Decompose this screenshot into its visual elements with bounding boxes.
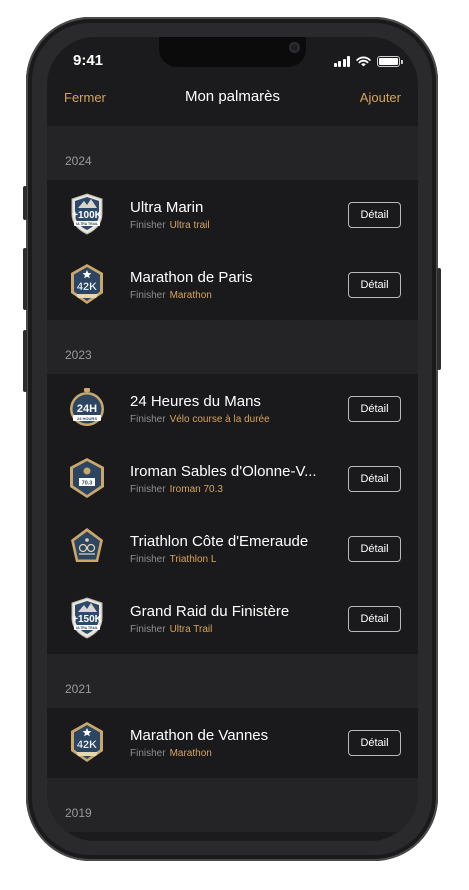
svg-text:24 HOURS: 24 HOURS — [77, 416, 97, 421]
race-category: Marathon — [169, 290, 212, 301]
svg-text:+150K: +150K — [72, 614, 103, 625]
volume-up-button — [23, 248, 27, 310]
detail-button[interactable]: Détail — [348, 536, 401, 562]
result-row: 70.3 Iroman Sables d'Olonne-V... Finisher I… — [47, 444, 418, 514]
svg-text:ULTRA TRAIL: ULTRA TRAIL — [76, 222, 98, 226]
race-subtitle: Finisher Ultra Trail — [130, 624, 212, 635]
ultra-trail-150k-badge-icon: +150KULTRA TRAIL — [71, 597, 103, 639]
race-name: Grand Raid du Finistère — [130, 603, 290, 620]
result-row: 42K Marathon de Paris Finisher Marathon Déta… — [47, 250, 418, 320]
race-name: Marathon de Vannes — [130, 727, 269, 744]
add-button[interactable]: Ajouter — [360, 90, 401, 105]
race-name: Iroman Sables d'Olonne-V... — [130, 463, 317, 480]
finisher-status: Finisher — [130, 220, 166, 231]
wifi-icon — [356, 56, 371, 67]
finisher-status: Finisher — [130, 624, 166, 635]
finisher-status: Finisher — [130, 290, 166, 301]
screen: 9:41 Fermer Mon palmarès Ajouter 2024 +10… — [47, 37, 418, 841]
silent-switch — [23, 186, 27, 220]
detail-button[interactable]: Détail — [348, 272, 401, 298]
finisher-status: Finisher — [130, 554, 166, 565]
svg-text:70.3: 70.3 — [82, 481, 93, 487]
race-name: 24 Heures du Mans — [130, 393, 261, 410]
race-subtitle: Finisher Ultra trail — [130, 220, 210, 231]
year-label: 2021 — [65, 682, 92, 696]
year-label: 2019 — [65, 806, 92, 820]
status-time: 9:41 — [73, 52, 104, 69]
signal-icon — [333, 56, 350, 67]
race-name: Ultra Marin — [130, 199, 204, 216]
finisher-status: Finisher — [130, 748, 166, 759]
triathlon-badge-icon — [71, 528, 103, 562]
race-subtitle: Finisher Marathon — [130, 748, 212, 759]
year-label: 2023 — [65, 348, 92, 362]
detail-button[interactable]: Détail — [348, 606, 401, 632]
marathon-42k-badge-icon: 42K — [71, 264, 103, 304]
race-category: Iroman 70.3 — [169, 484, 223, 495]
detail-button[interactable]: Détail — [348, 202, 401, 228]
year-header: 2023 — [47, 320, 418, 374]
race-name: Marathon de Paris — [130, 269, 253, 286]
svg-text:+100K: +100K — [72, 210, 103, 221]
24h-badge-icon: 24H24 HOURS — [70, 388, 104, 426]
results-list: 2024 +100K ULTRA TRAIL Ultra Marin Finisher U… — [47, 126, 418, 832]
finisher-status: Finisher — [130, 484, 166, 495]
result-row: Triathlon Côte d'Emeraude Finisher Triathl… — [47, 514, 418, 584]
power-button — [437, 268, 441, 370]
detail-button[interactable]: Détail — [348, 396, 401, 422]
finisher-status: Finisher — [130, 414, 166, 425]
year-header: 2024 — [47, 126, 418, 180]
ultra-trail-100k-badge-icon: +100KULTRA TRAIL — [71, 193, 103, 235]
battery-icon — [377, 56, 403, 67]
svg-text:ULTRA TRAIL: ULTRA TRAIL — [76, 626, 98, 630]
race-subtitle: Finisher Vélo course à la durée — [130, 414, 270, 425]
marathon-42k-badge-icon: 42K — [71, 722, 103, 762]
svg-text:42K: 42K — [77, 739, 97, 751]
result-row: 24H 24 HOURS 24 Heures du Mans Finisher Vélo… — [47, 374, 418, 444]
volume-down-button — [23, 330, 27, 392]
svg-text:24H: 24H — [77, 403, 97, 415]
ironman-70-3-badge-icon: 70.3 — [70, 458, 104, 498]
race-name: Triathlon Côte d'Emeraude — [130, 533, 309, 550]
detail-button[interactable]: Détail — [348, 466, 401, 492]
race-category: Vélo course à la durée — [169, 414, 270, 425]
race-category: Marathon — [169, 748, 212, 759]
result-row: +100K ULTRA TRAIL Ultra Marin Finisher Ultra… — [47, 180, 418, 250]
result-row: 42K Marathon de Vannes Finisher Marathon Dét… — [47, 708, 418, 778]
race-category: Triathlon L — [169, 554, 217, 565]
year-header: 2019 — [47, 778, 418, 832]
status-icons — [333, 55, 403, 67]
nav-bar: Fermer Mon palmarès Ajouter — [47, 79, 418, 123]
result-row: +150K ULTRA TRAIL Grand Raid du Finistère F… — [47, 584, 418, 654]
year-label: 2024 — [65, 154, 92, 168]
race-subtitle: Finisher Marathon — [130, 290, 212, 301]
detail-button[interactable]: Détail — [348, 730, 401, 756]
race-category: Ultra trail — [169, 220, 210, 231]
race-subtitle: Finisher Iroman 70.3 — [130, 484, 223, 495]
svg-text:42K: 42K — [77, 281, 97, 293]
race-category: Ultra Trail — [169, 624, 213, 635]
race-subtitle: Finisher Triathlon L — [130, 554, 216, 565]
year-header: 2021 — [47, 654, 418, 708]
